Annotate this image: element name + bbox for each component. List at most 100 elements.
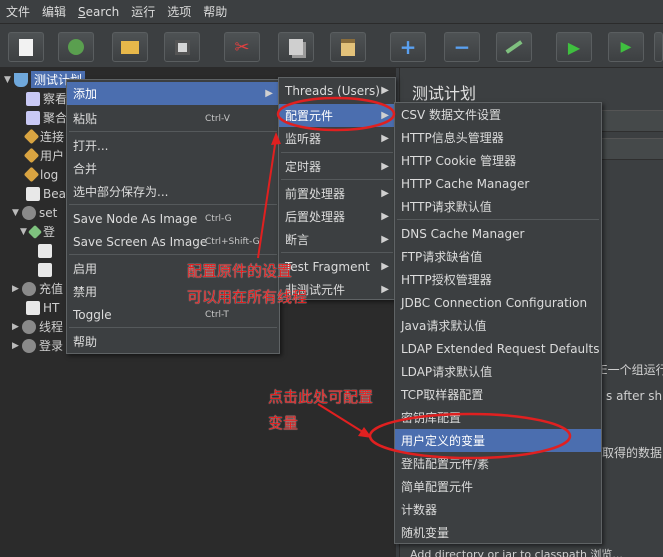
menu-item-open[interactable]: 打开... bbox=[67, 134, 279, 157]
thread-group-icon bbox=[22, 281, 36, 296]
config-item-counter[interactable]: 计数器 bbox=[395, 498, 601, 521]
templates-icon[interactable] bbox=[58, 32, 94, 62]
menu-options[interactable]: 选项 bbox=[161, 3, 197, 20]
submenu-arrow-icon: ▶ bbox=[381, 234, 389, 245]
add-submenu: Threads (Users) ▶ 配置元件 ▶ 监听器 ▶ 定时器 ▶ 前置处理器 ▶ … bbox=[278, 77, 396, 300]
document-icon bbox=[38, 243, 52, 258]
config-item-simple-config[interactable]: 简单配置元件 bbox=[395, 475, 601, 498]
submenu-arrow-icon: ▶ bbox=[381, 85, 389, 96]
listener-icon bbox=[26, 91, 40, 106]
config-element-submenu: CSV 数据文件设置 HTTP信息头管理器 HTTP Cookie 管理器 HT… bbox=[394, 102, 602, 544]
config-item-ldap-extended[interactable]: LDAP Extended Request Defaults bbox=[395, 337, 601, 360]
tree-item[interactable]: 察看 bbox=[26, 89, 67, 108]
start-icon[interactable]: ▶ bbox=[556, 32, 592, 62]
toggle-icon[interactable] bbox=[496, 32, 532, 62]
menu-help[interactable]: 帮助 bbox=[197, 3, 233, 20]
collapse-icon[interactable]: − bbox=[444, 32, 480, 62]
stop-icon[interactable] bbox=[654, 32, 663, 62]
toolbar: ✂ + − ▶ ▶ bbox=[0, 24, 663, 68]
tree-item[interactable]: ▼ set bbox=[12, 203, 57, 222]
tree-item[interactable]: 用户 bbox=[23, 146, 64, 165]
menu-run[interactable]: 运行 bbox=[125, 3, 161, 20]
config-item-http-defaults[interactable]: HTTP请求默认值 bbox=[395, 195, 601, 218]
expand-icon[interactable]: + bbox=[390, 32, 426, 62]
tree-item[interactable]: ▶ 登录 bbox=[12, 336, 63, 355]
submenu-item-post-processor[interactable]: 后置处理器 ▶ bbox=[279, 205, 395, 228]
new-icon[interactable] bbox=[8, 32, 44, 62]
tree-item[interactable]: 聚合 bbox=[26, 108, 67, 127]
config-item-random-variable[interactable]: 随机变量 bbox=[395, 521, 601, 544]
tree-item[interactable]: 连接 bbox=[23, 127, 64, 146]
menu-separator bbox=[397, 219, 599, 220]
submenu-item-config-element[interactable]: 配置元件 ▶ bbox=[279, 104, 395, 127]
expand-triangle-icon[interactable]: ▶ bbox=[12, 284, 22, 294]
panel-text: s after shut bbox=[606, 389, 663, 403]
config-item-tcp[interactable]: TCP取样器配置 bbox=[395, 383, 601, 406]
menu-item-add[interactable]: 添加 ▶ bbox=[67, 82, 279, 105]
submenu-item-assertion[interactable]: 断言 ▶ bbox=[279, 228, 395, 251]
menu-bar: 文件 编辑 Search 运行 选项 帮助 bbox=[0, 0, 663, 24]
menu-separator bbox=[281, 252, 393, 253]
config-element-icon bbox=[23, 147, 40, 164]
config-item-auth-manager[interactable]: HTTP授权管理器 bbox=[395, 268, 601, 291]
menu-item-help[interactable]: 帮助 bbox=[67, 330, 279, 353]
config-item-user-defined-variables[interactable]: 用户定义的变量 bbox=[395, 429, 601, 452]
tree-item[interactable]: ▼ 登 bbox=[20, 222, 55, 241]
tree-item[interactable]: Bea bbox=[26, 184, 66, 203]
context-menu: 添加 ▶ 粘贴 Ctrl-V 打开... 合并 选中部分保存为... Save No… bbox=[66, 79, 280, 354]
submenu-item-timer[interactable]: 定时器 ▶ bbox=[279, 155, 395, 178]
expand-triangle-icon[interactable]: ▶ bbox=[12, 322, 22, 332]
menu-item-save-node-image[interactable]: Save Node As Image Ctrl-G bbox=[67, 207, 279, 230]
expand-triangle-icon[interactable]: ▶ bbox=[12, 341, 22, 351]
tree-item[interactable] bbox=[38, 241, 55, 260]
submenu-item-listener[interactable]: 监听器 ▶ bbox=[279, 127, 395, 150]
annotation-text: 可以用在所有线程 bbox=[187, 288, 308, 306]
paste-icon[interactable] bbox=[330, 32, 366, 62]
tree-item[interactable] bbox=[38, 260, 55, 279]
tree-item[interactable]: ▶ 充值 bbox=[12, 279, 63, 298]
menu-search[interactable]: Search bbox=[72, 5, 125, 19]
menu-item-save-selection[interactable]: 选中部分保存为... bbox=[67, 180, 279, 203]
document-icon bbox=[26, 300, 40, 315]
config-item-java-defaults[interactable]: Java请求默认值 bbox=[395, 314, 601, 337]
collapse-triangle-icon[interactable]: ▼ bbox=[4, 75, 14, 85]
open-icon[interactable] bbox=[112, 32, 148, 62]
menu-item-save-screen-image[interactable]: Save Screen As Image Ctrl+Shift-G bbox=[67, 230, 279, 253]
menu-item-paste[interactable]: 粘贴 Ctrl-V bbox=[67, 107, 279, 130]
config-element-icon bbox=[23, 128, 40, 145]
tree-item[interactable]: ▶ 线程 bbox=[12, 317, 63, 336]
submenu-arrow-icon: ▶ bbox=[265, 88, 273, 99]
copy-icon[interactable] bbox=[278, 32, 314, 62]
config-item-csv[interactable]: CSV 数据文件设置 bbox=[395, 103, 601, 126]
config-item-login-config[interactable]: 登陆配置元件/素 bbox=[395, 452, 601, 475]
config-item-cookie-manager[interactable]: HTTP Cookie 管理器 bbox=[395, 149, 601, 172]
annotation-text: 配置原件的设置 bbox=[187, 262, 293, 280]
config-item-keystore[interactable]: 密钥库配置 bbox=[395, 406, 601, 429]
submenu-item-threads[interactable]: Threads (Users) ▶ bbox=[279, 79, 395, 102]
start-no-pause-icon[interactable]: ▶ bbox=[608, 32, 644, 62]
config-item-ftp-defaults[interactable]: FTP请求缺省值 bbox=[395, 245, 601, 268]
save-icon[interactable] bbox=[164, 32, 200, 62]
config-item-cache-manager[interactable]: HTTP Cache Manager bbox=[395, 172, 601, 195]
thread-group-icon bbox=[22, 338, 36, 353]
menu-separator bbox=[69, 254, 277, 255]
cut-icon[interactable]: ✂ bbox=[224, 32, 260, 62]
menu-separator bbox=[281, 152, 393, 153]
panel-title: 测试计划 bbox=[412, 84, 477, 103]
config-item-dns-cache[interactable]: DNS Cache Manager bbox=[395, 222, 601, 245]
config-item-header-manager[interactable]: HTTP信息头管理器 bbox=[395, 126, 601, 149]
menu-edit[interactable]: 编辑 bbox=[36, 3, 72, 20]
menu-item-merge[interactable]: 合并 bbox=[67, 157, 279, 180]
tree-item[interactable]: HT bbox=[26, 298, 59, 317]
thread-group-icon bbox=[22, 205, 36, 220]
submenu-arrow-icon: ▶ bbox=[381, 284, 389, 295]
menu-file[interactable]: 文件 bbox=[0, 3, 36, 20]
collapse-triangle-icon[interactable]: ▼ bbox=[12, 208, 22, 218]
submenu-item-test-fragment[interactable]: Test Fragment ▶ bbox=[279, 255, 395, 278]
tree-item[interactable]: log bbox=[23, 165, 58, 184]
config-item-ldap-defaults[interactable]: LDAP请求默认值 bbox=[395, 360, 601, 383]
panel-text: 取得的数据 bbox=[602, 446, 663, 460]
document-icon bbox=[26, 186, 40, 201]
submenu-item-pre-processor[interactable]: 前置处理器 ▶ bbox=[279, 182, 395, 205]
config-item-jdbc[interactable]: JDBC Connection Configuration bbox=[395, 291, 601, 314]
